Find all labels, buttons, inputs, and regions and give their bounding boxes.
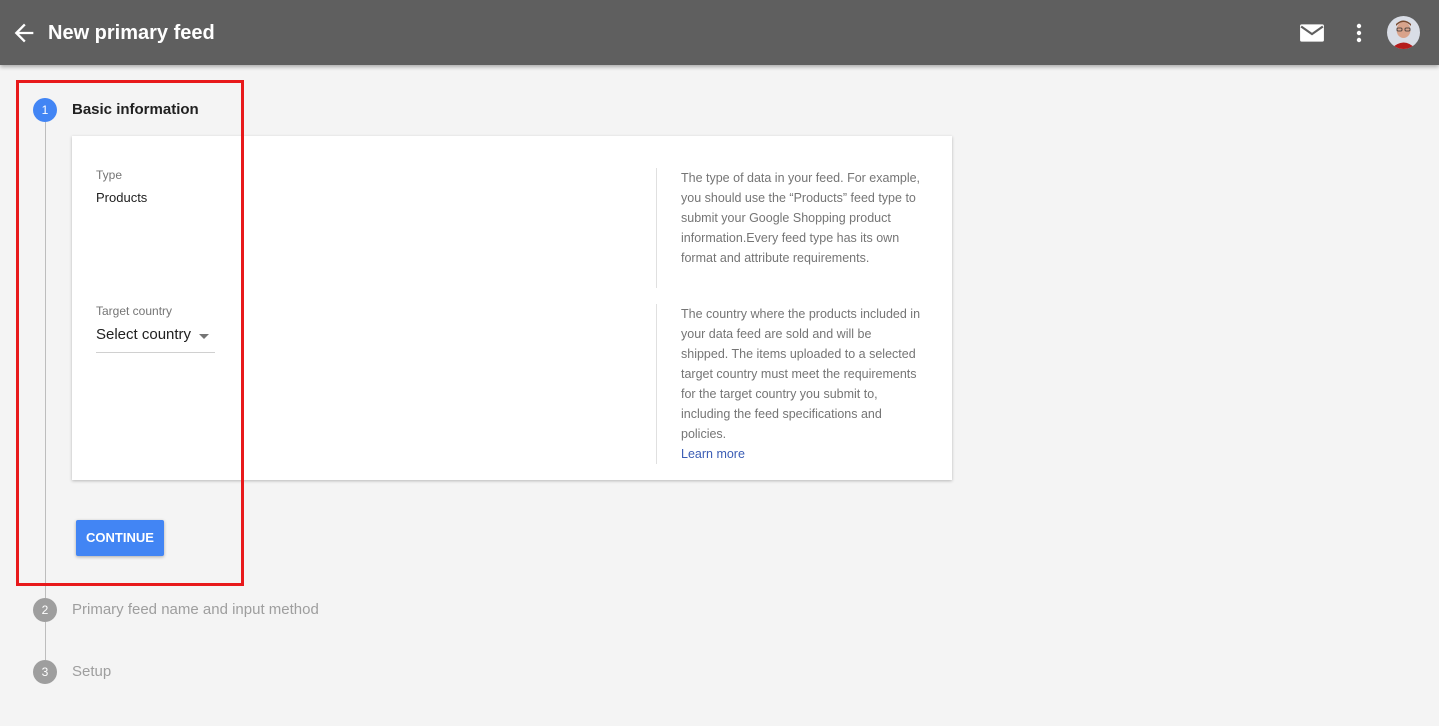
more-options-button[interactable]: [1349, 20, 1369, 46]
step-1-label: Basic information: [72, 101, 199, 118]
page-title: New primary feed: [48, 22, 215, 44]
step-2-label[interactable]: Primary feed name and input method: [72, 600, 319, 620]
country-select-value: Select country: [96, 326, 192, 343]
mail-icon: [1300, 24, 1324, 42]
basic-info-card: Type Products The type of data in your f…: [72, 136, 952, 480]
type-label: Type: [96, 168, 123, 182]
step-connector: [45, 122, 46, 598]
avatar[interactable]: [1387, 16, 1420, 49]
type-value: Products: [96, 190, 148, 205]
country-help-text: The country where the products included …: [656, 304, 921, 464]
app-header: New primary feed: [0, 0, 1439, 65]
step-2-number: 2: [33, 598, 57, 622]
type-help-body: The type of data in your feed. For examp…: [681, 171, 921, 265]
dropdown-arrow-icon: [199, 334, 209, 339]
mail-button[interactable]: [1299, 22, 1325, 44]
learn-more-link[interactable]: Learn more: [681, 447, 745, 461]
back-button[interactable]: [10, 19, 38, 47]
step-3-number: 3: [33, 660, 57, 684]
arrow-left-icon: [14, 23, 34, 43]
step-3-label[interactable]: Setup: [72, 662, 111, 682]
more-vert-icon: [1356, 23, 1362, 43]
type-help-text: The type of data in your feed. For examp…: [656, 168, 921, 288]
country-select[interactable]: Select country: [96, 324, 215, 353]
target-country-label: Target country: [96, 304, 173, 318]
step-1-number: 1: [33, 98, 57, 122]
continue-button[interactable]: CONTINUE: [76, 520, 164, 556]
step-connector: [45, 622, 46, 660]
user-avatar-icon: [1387, 16, 1420, 49]
country-help-body: The country where the products included …: [681, 307, 921, 441]
